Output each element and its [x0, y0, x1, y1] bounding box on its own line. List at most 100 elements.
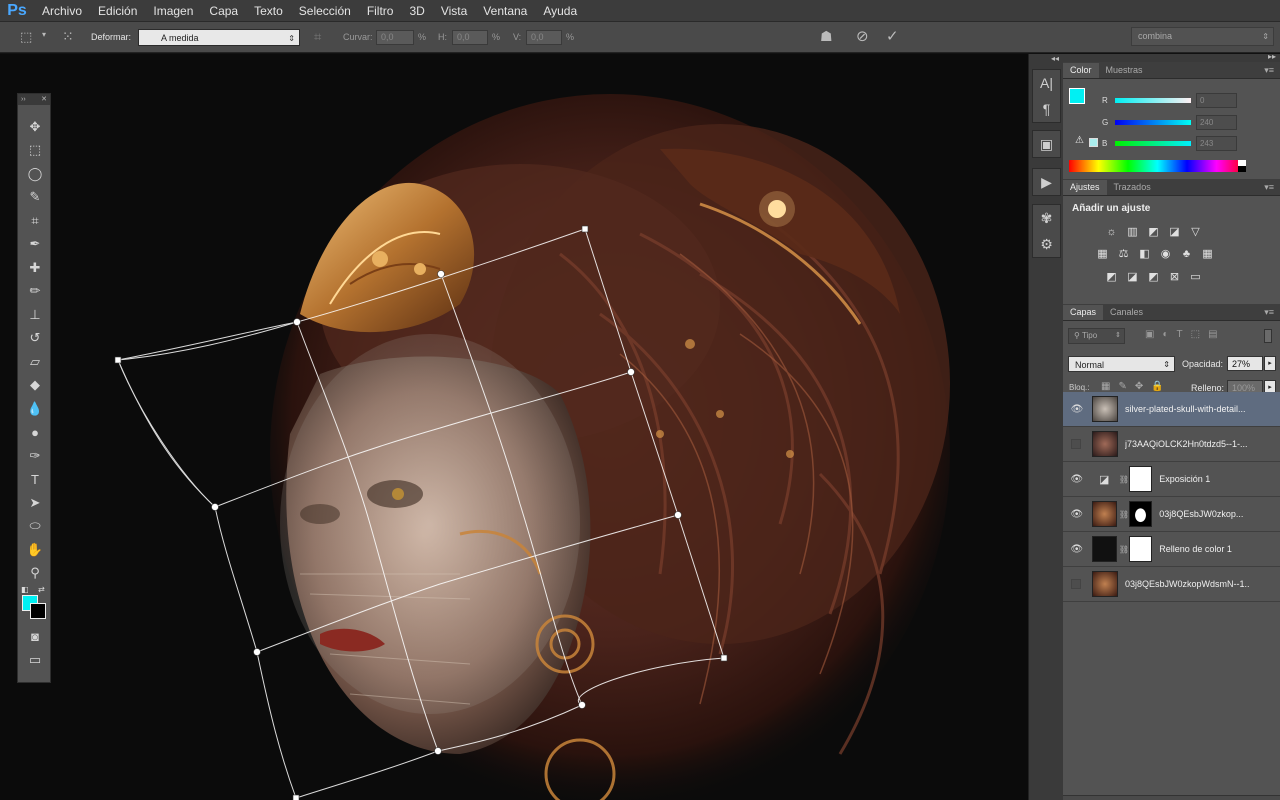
- menu-texto[interactable]: Texto: [246, 0, 291, 22]
- color-lookup-icon[interactable]: ▦: [1200, 246, 1215, 261]
- gradient-map-icon[interactable]: ▭: [1188, 269, 1203, 284]
- tab-adjustments[interactable]: Ajustes: [1063, 180, 1107, 195]
- default-colors-icon[interactable]: ◧: [21, 585, 29, 594]
- collapse-arrows-icon[interactable]: ▸▸: [1268, 52, 1276, 61]
- crop-tool-icon[interactable]: ⌗: [18, 209, 52, 233]
- panel-menu-icon[interactable]: ▾≡: [1264, 63, 1280, 78]
- levels-icon[interactable]: ▥: [1125, 224, 1140, 239]
- green-value[interactable]: 240: [1196, 115, 1237, 130]
- quick-mask-icon[interactable]: ◙: [18, 625, 52, 649]
- tab-color[interactable]: Color: [1063, 63, 1099, 78]
- menu-edicion[interactable]: Edición: [90, 0, 145, 22]
- reference-point-grid-icon[interactable]: ⁙: [62, 28, 74, 45]
- tool-preset-dropdown-icon[interactable]: ▾: [42, 30, 46, 39]
- swap-colors-icon[interactable]: ⇄: [38, 585, 45, 594]
- pen-tool-icon[interactable]: ✑: [18, 444, 52, 468]
- out-of-gamut-warning-icon[interactable]: ⚠: [1075, 135, 1084, 146]
- eraser-tool-icon[interactable]: ▱: [18, 350, 52, 374]
- filter-type-icon[interactable]: T: [1177, 329, 1183, 340]
- threshold-icon[interactable]: ◩: [1146, 269, 1161, 284]
- background-color-swatch[interactable]: [30, 603, 46, 619]
- red-value[interactable]: 0: [1196, 93, 1237, 108]
- fg-color-chip[interactable]: [1069, 88, 1085, 104]
- tools-panel-header[interactable]: ›› ✕: [18, 94, 50, 105]
- selective-color-icon[interactable]: ⊠: [1167, 269, 1182, 284]
- exposure-icon[interactable]: ◪: [1167, 224, 1182, 239]
- layer-mask-thumbnail[interactable]: [1128, 536, 1153, 562]
- opacity-input[interactable]: 27%: [1227, 356, 1263, 371]
- visibility-eye-icon[interactable]: 👁: [1068, 404, 1086, 415]
- close-icon[interactable]: ✕: [41, 94, 47, 105]
- cancel-transform-icon[interactable]: ⊘: [856, 27, 869, 45]
- black-white-icon[interactable]: ◧: [1137, 246, 1152, 261]
- dodge-tool-icon[interactable]: ●: [18, 421, 52, 445]
- menu-seleccion[interactable]: Selección: [291, 0, 359, 22]
- panel-menu-icon[interactable]: ▾≡: [1264, 180, 1280, 195]
- color-spectrum[interactable]: [1069, 160, 1246, 172]
- commit-transform-icon[interactable]: ✓: [886, 27, 899, 45]
- filter-pixel-icon[interactable]: ▣: [1145, 329, 1154, 340]
- menu-ventana[interactable]: Ventana: [475, 0, 535, 22]
- paint-bucket-tool-icon[interactable]: ◆: [18, 374, 52, 398]
- bend-input[interactable]: 0,0: [376, 30, 414, 45]
- hue-saturation-icon[interactable]: ▦: [1095, 246, 1110, 261]
- warp-transform-grid[interactable]: [0, 54, 1028, 800]
- vibrance-icon[interactable]: ▽: [1188, 224, 1203, 239]
- change-warp-orientation-icon[interactable]: ⌗: [314, 29, 321, 45]
- layer-row[interactable]: 👁 j73AAQiOLCK2Hn0tdzd5--1-...: [1063, 427, 1280, 462]
- filter-shape-icon[interactable]: ⬚: [1191, 329, 1200, 340]
- lasso-tool-icon[interactable]: ◯: [18, 162, 52, 186]
- brush-tool-icon[interactable]: ✏: [18, 280, 52, 304]
- layer-row[interactable]: 👁 ◪ ⛓ Exposición 1: [1063, 462, 1280, 497]
- blue-slider[interactable]: [1115, 141, 1191, 146]
- menu-3d[interactable]: 3D: [401, 0, 432, 22]
- menu-imagen[interactable]: Imagen: [145, 0, 201, 22]
- link-icon[interactable]: ⛓: [1119, 510, 1129, 519]
- marquee-tool-icon[interactable]: ⬚: [18, 139, 52, 163]
- puppet-warp-icon[interactable]: ☗: [820, 28, 833, 45]
- tab-channels[interactable]: Canales: [1103, 305, 1150, 320]
- menu-archivo[interactable]: Archivo: [34, 0, 90, 22]
- blue-value[interactable]: 243: [1196, 136, 1237, 151]
- lock-transparent-icon[interactable]: ▦: [1101, 381, 1110, 392]
- shape-tool-icon[interactable]: ⬭: [18, 515, 52, 539]
- tool-presets-panel-icon[interactable]: ⚙: [1033, 231, 1060, 257]
- visibility-eye-icon[interactable]: 👁: [1068, 509, 1086, 520]
- layer-mask-thumbnail[interactable]: [1128, 466, 1153, 492]
- layer-row[interactable]: 👁 03j8QEsbJW0zkopWdsmN--1...: [1063, 567, 1280, 602]
- opacity-dropdown[interactable]: ▸: [1264, 356, 1276, 371]
- tab-layers[interactable]: Capas: [1063, 305, 1104, 320]
- history-brush-tool-icon[interactable]: ↺: [18, 327, 52, 351]
- screen-mode-icon[interactable]: ▭: [18, 649, 52, 673]
- menu-capa[interactable]: Capa: [201, 0, 246, 22]
- hand-tool-icon[interactable]: ✋: [18, 538, 52, 562]
- curves-icon[interactable]: ◩: [1146, 224, 1161, 239]
- visibility-eye-icon[interactable]: 👁: [1068, 544, 1086, 555]
- blur-tool-icon[interactable]: 💧: [18, 397, 52, 421]
- channel-mixer-icon[interactable]: ♣: [1179, 246, 1194, 261]
- lock-pixels-icon[interactable]: ✎: [1118, 381, 1126, 392]
- warp-style-select[interactable]: A medida ⇕: [138, 29, 300, 46]
- black-white-swatch[interactable]: [1238, 160, 1246, 172]
- invert-icon[interactable]: ◩: [1104, 269, 1119, 284]
- green-slider[interactable]: [1115, 120, 1191, 125]
- layer-mask-thumbnail[interactable]: [1128, 501, 1153, 527]
- red-slider[interactable]: [1115, 98, 1191, 103]
- layer-row[interactable]: 👁 ⛓ Relleno de color 1: [1063, 532, 1280, 567]
- color-balance-icon[interactable]: ⚖: [1116, 246, 1131, 261]
- menu-ayuda[interactable]: Ayuda: [535, 0, 585, 22]
- document-canvas[interactable]: [0, 54, 1028, 800]
- lock-position-icon[interactable]: ✥: [1135, 381, 1143, 392]
- photo-filter-icon[interactable]: ◉: [1158, 246, 1173, 261]
- menu-vista[interactable]: Vista: [433, 0, 475, 22]
- menu-filtro[interactable]: Filtro: [359, 0, 402, 22]
- 3d-panel-icon[interactable]: ▣: [1033, 131, 1060, 157]
- visibility-eye-icon[interactable]: 👁: [1068, 474, 1086, 485]
- blend-mode-select[interactable]: Normal ⇕: [1068, 356, 1175, 372]
- panel-menu-icon[interactable]: ▾≡: [1264, 305, 1280, 320]
- quick-selection-tool-icon[interactable]: ✎: [18, 186, 52, 210]
- h-distortion-input[interactable]: 0,0: [452, 30, 488, 45]
- path-selection-tool-icon[interactable]: ➤: [18, 491, 52, 515]
- tab-swatches[interactable]: Muestras: [1099, 63, 1150, 78]
- tab-paths[interactable]: Trazados: [1107, 180, 1158, 195]
